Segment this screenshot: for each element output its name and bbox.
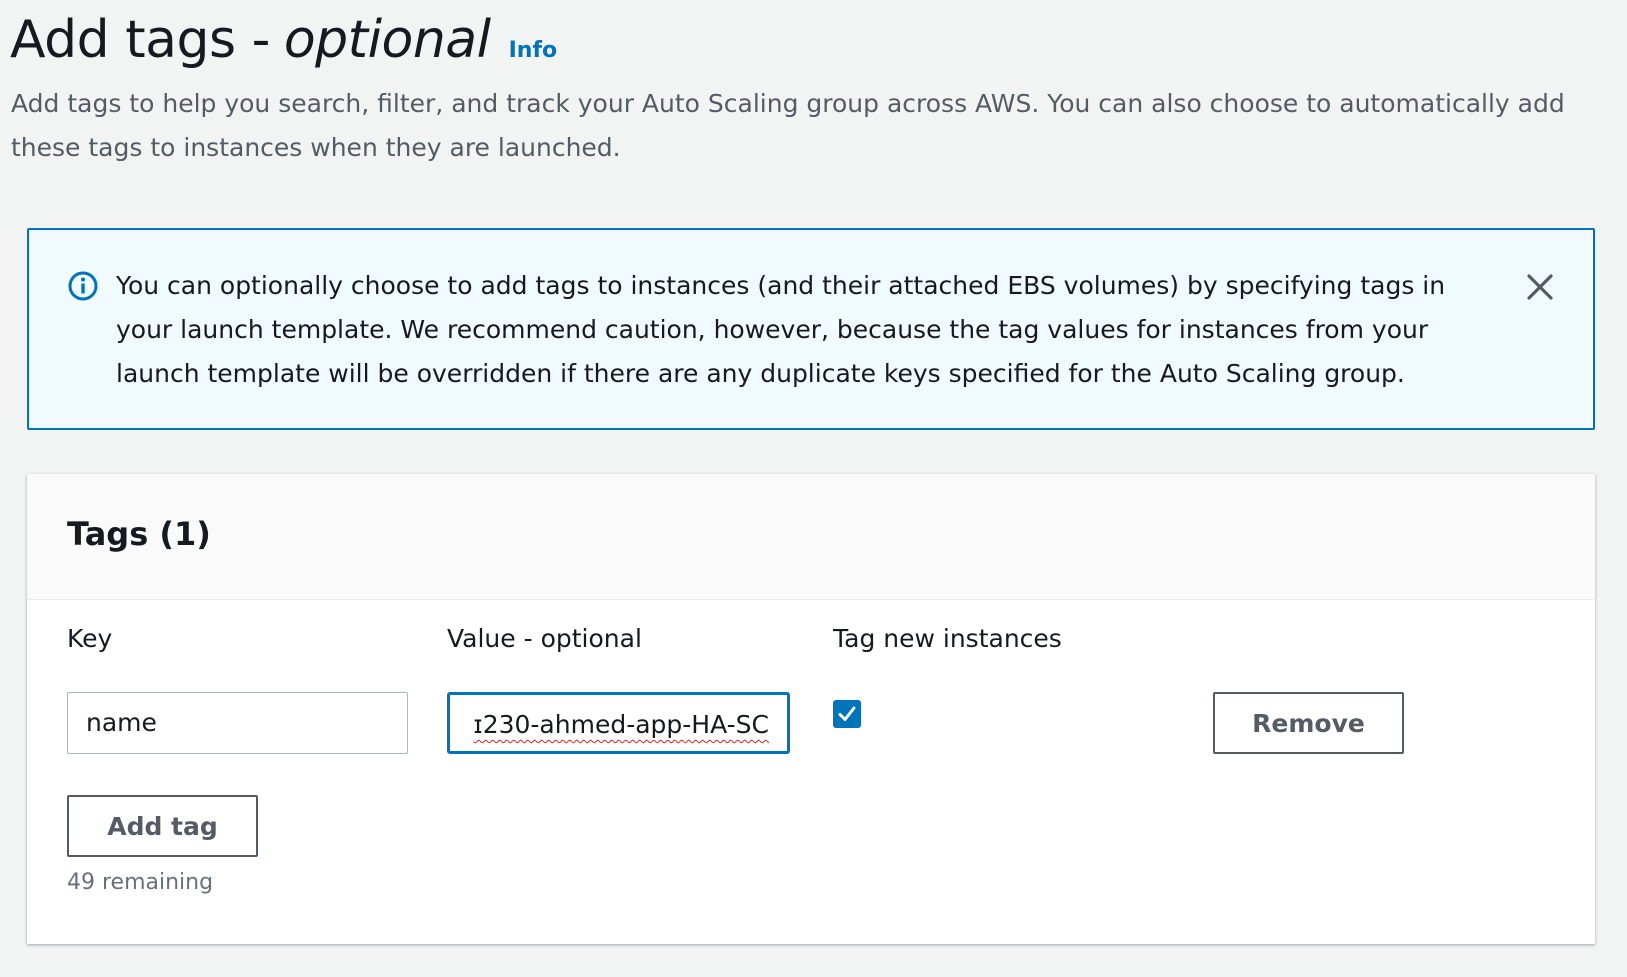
page-header: Add tags - optional Info <box>10 8 557 72</box>
key-label: Key <box>67 624 113 653</box>
tag-key-value: name <box>86 708 157 737</box>
tag-new-instances-checkbox[interactable] <box>833 700 861 728</box>
tag-key-input[interactable]: name <box>67 692 408 754</box>
page: Add tags - optional Info Add tags to hel… <box>0 0 1627 977</box>
tags-panel: Tags (1) Key Value - optional Tag new in… <box>27 474 1595 944</box>
info-circle-icon <box>67 270 99 302</box>
info-link[interactable]: Info <box>509 38 558 63</box>
tag-value-text: ɪ230-ahmed-app-HA-SC <box>473 710 769 739</box>
alert-message: You can optionally choose to add tags to… <box>116 271 1446 388</box>
value-label: Value - optional <box>447 624 642 653</box>
page-title: Add tags - <box>10 10 270 70</box>
page-description: Add tags to help you search, filter, and… <box>11 89 1565 162</box>
tags-remaining-count: 49 remaining <box>67 870 214 895</box>
info-alert: You can optionally choose to add tags to… <box>27 228 1595 430</box>
page-title-optional: optional <box>283 10 491 70</box>
checkmark-icon <box>838 706 856 721</box>
remove-tag-button[interactable]: Remove <box>1213 692 1404 754</box>
tag-value-input[interactable]: ɪ230-ahmed-app-HA-SC <box>447 692 790 754</box>
close-icon[interactable] <box>1523 270 1557 304</box>
tags-panel-title: Tags (1) <box>67 515 211 553</box>
tag-new-instances-label: Tag new instances <box>833 624 1062 653</box>
add-tag-button[interactable]: Add tag <box>67 795 258 857</box>
tags-panel-header: Tags (1) <box>27 474 1595 600</box>
